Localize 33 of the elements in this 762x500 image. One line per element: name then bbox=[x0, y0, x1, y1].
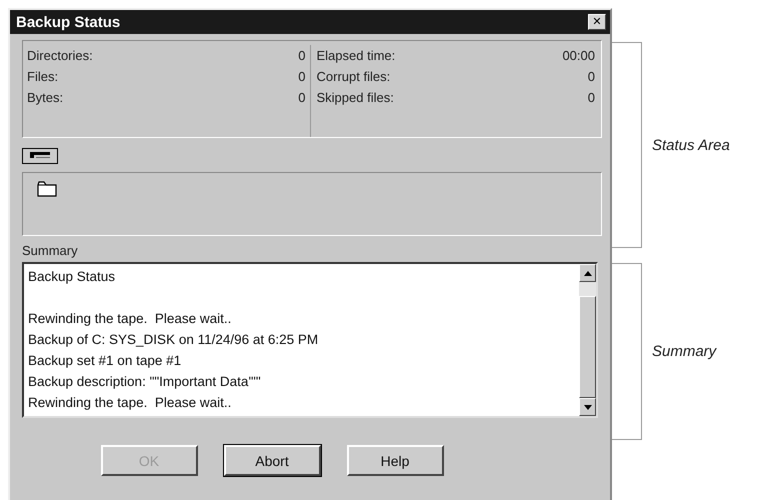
status-label: Elapsed time: bbox=[316, 48, 396, 63]
status-label: Skipped files: bbox=[316, 90, 394, 105]
summary-line: Rewinding the tape. Please wait.. bbox=[28, 311, 232, 326]
scroll-down-button[interactable] bbox=[579, 398, 596, 416]
dialog-button[interactable]: Help bbox=[346, 445, 444, 476]
status-value: 0 bbox=[588, 90, 595, 105]
up-arrow-icon bbox=[584, 270, 592, 276]
summary-line: Rewinding the tape. Please wait.. bbox=[28, 395, 232, 410]
status-label: Directories: bbox=[27, 48, 93, 63]
dialog-button[interactable]: Abort bbox=[224, 445, 320, 476]
tape-icon bbox=[22, 148, 58, 164]
status-value: 00:00 bbox=[562, 48, 595, 63]
status-label: Corrupt files: bbox=[316, 69, 390, 84]
status-value: 0 bbox=[298, 48, 306, 63]
window-title: Backup Status bbox=[16, 14, 120, 30]
summary-line: Backup Status bbox=[28, 269, 116, 284]
summary-line: Backup description: ""Important Data'"" bbox=[28, 374, 261, 389]
folder-icon bbox=[37, 181, 57, 197]
scroll-up-button[interactable] bbox=[579, 264, 596, 282]
status-label: Files: bbox=[27, 69, 58, 84]
scrollbar[interactable] bbox=[579, 264, 596, 416]
annotation-label: Summary bbox=[652, 343, 716, 360]
summary-label: Summary bbox=[22, 243, 79, 258]
status-value: 0 bbox=[298, 69, 306, 84]
summary-line: Backup of C: SYS_DISK on 11/24/96 at 6:25 PM bbox=[28, 332, 318, 347]
status-value: 0 bbox=[588, 69, 595, 84]
close-button[interactable]: ✕ bbox=[588, 14, 606, 30]
scroll-thumb[interactable] bbox=[579, 296, 596, 398]
status-label: Bytes: bbox=[27, 90, 64, 105]
status-value: 0 bbox=[298, 90, 306, 105]
annotation-label: Status Area bbox=[652, 136, 730, 154]
down-arrow-icon bbox=[584, 404, 592, 410]
summary-line: Backup set #1 on tape #1 bbox=[28, 353, 182, 368]
